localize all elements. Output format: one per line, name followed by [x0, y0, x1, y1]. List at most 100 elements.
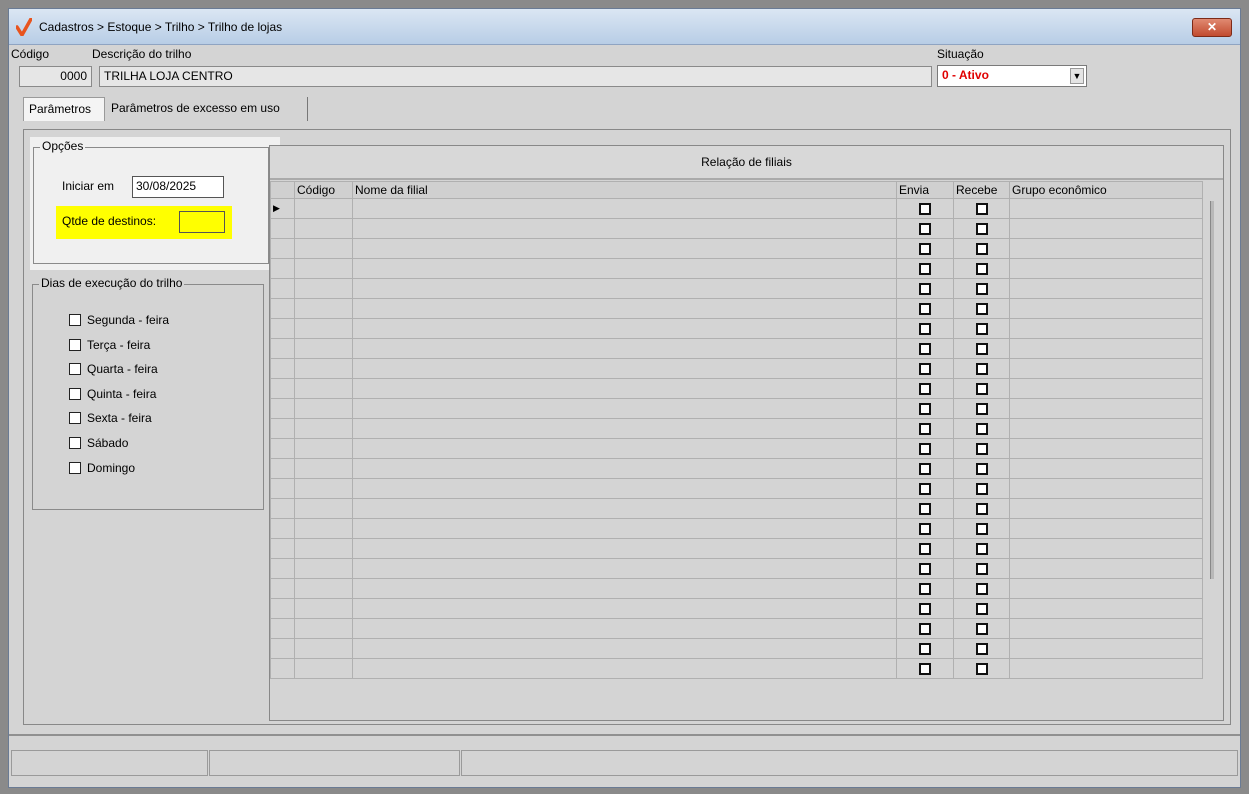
situacao-select[interactable]: 0 - Ativo ▼ — [937, 65, 1087, 87]
cell-grupo-economico[interactable] — [1009, 598, 1203, 619]
envia-checkbox[interactable] — [919, 583, 931, 596]
row-indicator[interactable] — [270, 398, 295, 419]
close-button[interactable]: ✕ — [1192, 18, 1232, 37]
cell-grupo-economico[interactable] — [1009, 358, 1203, 379]
cell-grupo-economico[interactable] — [1009, 618, 1203, 639]
recebe-checkbox-cell[interactable] — [953, 338, 1010, 359]
recebe-checkbox-cell[interactable] — [953, 418, 1010, 439]
row-indicator[interactable] — [270, 498, 295, 519]
cell-nome-filial[interactable] — [352, 558, 897, 579]
recebe-checkbox-cell[interactable] — [953, 498, 1010, 519]
cell-grupo-economico[interactable] — [1009, 518, 1203, 539]
row-indicator[interactable] — [270, 338, 295, 359]
row-indicator[interactable] — [270, 578, 295, 599]
recebe-checkbox-cell[interactable] — [953, 538, 1010, 559]
envia-checkbox-cell[interactable] — [896, 538, 954, 559]
recebe-checkbox-cell[interactable] — [953, 278, 1010, 299]
checkbox-domingo[interactable]: Domingo — [69, 459, 135, 477]
envia-checkbox-cell[interactable] — [896, 618, 954, 639]
cell-grupo-economico[interactable] — [1009, 318, 1203, 339]
cell-grupo-economico[interactable] — [1009, 338, 1203, 359]
recebe-checkbox[interactable] — [975, 463, 988, 476]
recebe-checkbox-cell[interactable] — [953, 298, 1010, 319]
envia-checkbox-cell[interactable] — [896, 378, 954, 399]
row-indicator[interactable] — [270, 618, 295, 639]
recebe-checkbox-cell[interactable] — [953, 638, 1010, 659]
cell-nome-filial[interactable] — [352, 578, 897, 599]
col-nome-filial[interactable]: Nome da filial — [352, 181, 897, 199]
current-row-indicator-icon[interactable]: ▶ — [270, 198, 295, 219]
recebe-checkbox[interactable] — [975, 403, 988, 416]
cell-codigo[interactable] — [294, 598, 353, 619]
cell-codigo[interactable] — [294, 638, 353, 659]
cell-codigo[interactable] — [294, 418, 353, 439]
row-indicator[interactable] — [270, 358, 295, 379]
envia-checkbox[interactable] — [919, 443, 931, 456]
cell-codigo[interactable] — [294, 358, 353, 379]
cell-grupo-economico[interactable] — [1009, 578, 1203, 599]
cell-codigo[interactable] — [294, 298, 353, 319]
table-row[interactable] — [270, 618, 1203, 639]
table-row[interactable] — [270, 278, 1203, 299]
cell-codigo[interactable] — [294, 458, 353, 479]
cell-nome-filial[interactable] — [352, 518, 897, 539]
row-indicator[interactable] — [270, 238, 295, 259]
cell-nome-filial[interactable] — [352, 618, 897, 639]
envia-checkbox-cell[interactable] — [896, 518, 954, 539]
table-row[interactable] — [270, 458, 1203, 479]
cell-nome-filial[interactable] — [352, 238, 897, 259]
envia-checkbox-cell[interactable] — [896, 578, 954, 599]
table-row[interactable] — [270, 498, 1203, 519]
cell-codigo[interactable] — [294, 258, 353, 279]
envia-checkbox[interactable] — [919, 343, 931, 356]
cell-codigo[interactable] — [294, 438, 353, 459]
grid-body[interactable]: ▶ — [270, 198, 1203, 679]
row-indicator[interactable] — [270, 598, 295, 619]
cell-codigo[interactable] — [294, 658, 353, 679]
cell-grupo-economico[interactable] — [1009, 498, 1203, 519]
recebe-checkbox[interactable] — [975, 343, 988, 356]
envia-checkbox-cell[interactable] — [896, 458, 954, 479]
envia-checkbox[interactable] — [919, 383, 931, 396]
cell-nome-filial[interactable] — [352, 278, 897, 299]
envia-checkbox-cell[interactable] — [896, 318, 954, 339]
dropdown-arrow-icon[interactable]: ▼ — [1070, 68, 1084, 84]
recebe-checkbox[interactable] — [975, 483, 988, 496]
table-row[interactable] — [270, 258, 1203, 279]
recebe-checkbox[interactable] — [975, 243, 988, 256]
table-row[interactable] — [270, 558, 1203, 579]
table-row[interactable] — [270, 398, 1203, 419]
envia-checkbox[interactable] — [919, 463, 931, 476]
recebe-checkbox-cell[interactable] — [953, 358, 1010, 379]
cell-nome-filial[interactable] — [352, 258, 897, 279]
table-row[interactable] — [270, 658, 1203, 679]
checkbox-icon[interactable] — [69, 461, 81, 474]
checkbox-terca[interactable]: Terça - feira — [69, 336, 150, 354]
envia-checkbox-cell[interactable] — [896, 398, 954, 419]
envia-checkbox-cell[interactable] — [896, 198, 954, 219]
cell-grupo-economico[interactable] — [1009, 478, 1203, 499]
checkbox-icon[interactable] — [69, 387, 81, 400]
col-recebe[interactable]: Recebe — [953, 181, 1010, 199]
recebe-checkbox[interactable] — [975, 603, 988, 616]
envia-checkbox-cell[interactable] — [896, 278, 954, 299]
cell-nome-filial[interactable] — [352, 338, 897, 359]
table-row[interactable] — [270, 478, 1203, 499]
recebe-checkbox-cell[interactable] — [953, 238, 1010, 259]
cell-nome-filial[interactable] — [352, 398, 897, 419]
tab-parametros[interactable]: Parâmetros — [23, 97, 105, 121]
cell-grupo-economico[interactable] — [1009, 258, 1203, 279]
table-row[interactable] — [270, 538, 1203, 559]
recebe-checkbox[interactable] — [975, 583, 988, 596]
recebe-checkbox-cell[interactable] — [953, 598, 1010, 619]
envia-checkbox[interactable] — [919, 423, 931, 436]
recebe-checkbox[interactable] — [975, 223, 988, 236]
envia-checkbox[interactable] — [919, 403, 931, 416]
cell-nome-filial[interactable] — [352, 358, 897, 379]
row-indicator[interactable] — [270, 478, 295, 499]
cell-grupo-economico[interactable] — [1009, 638, 1203, 659]
envia-checkbox[interactable] — [919, 223, 931, 236]
envia-checkbox-cell[interactable] — [896, 258, 954, 279]
recebe-checkbox[interactable] — [975, 663, 988, 676]
cell-grupo-economico[interactable] — [1009, 538, 1203, 559]
